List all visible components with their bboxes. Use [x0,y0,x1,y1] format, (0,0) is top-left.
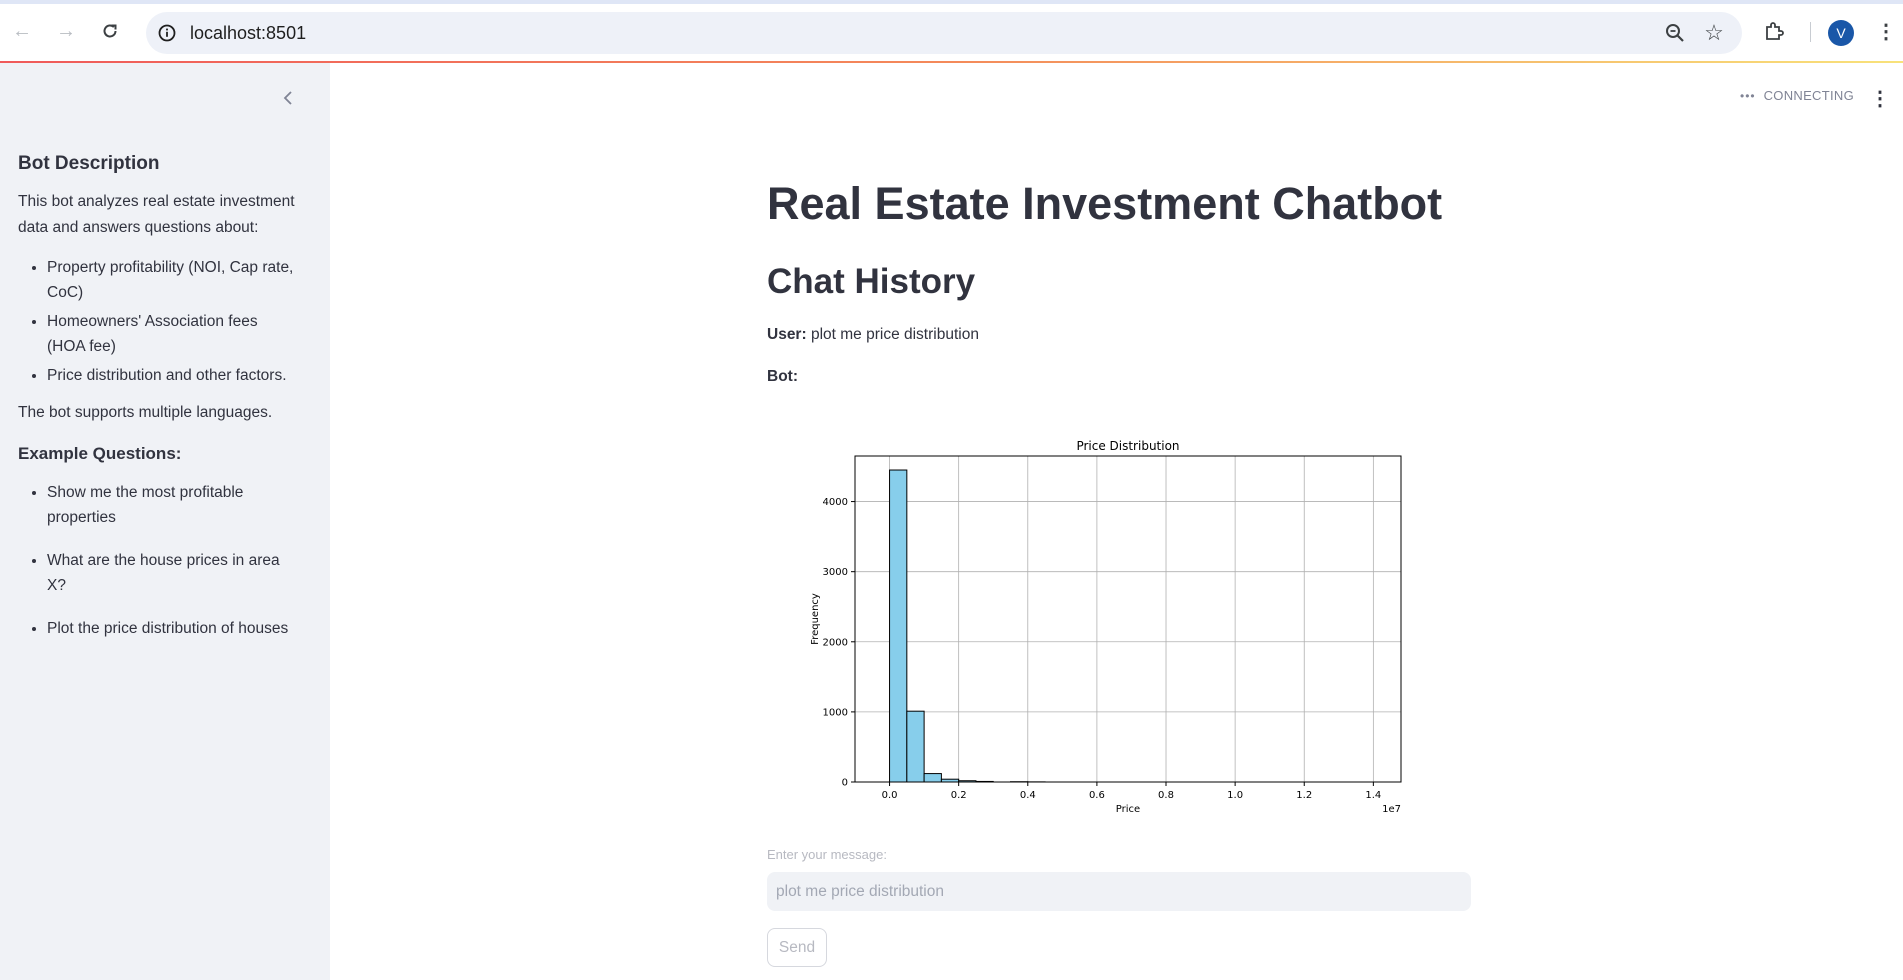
bot-message: Bot: [767,368,798,386]
x-offset-label: 1e7 [1382,804,1401,815]
x-tick-label: 0.4 [1020,790,1036,801]
sidebar-content: Bot Description This bot analyzes real e… [18,153,298,659]
address-bar[interactable]: localhost:8501 ☆ [146,12,1742,54]
chat-history-heading: Chat History [767,262,976,301]
status-text: CONNECTING [1763,88,1854,103]
plot-frame [854,455,1402,783]
y-tick-label: 3000 [823,567,848,578]
examples-heading: Example Questions: [18,444,182,463]
examples-list: Show me the most profitable properties W… [47,480,298,641]
list-item: What are the house prices in area X? [47,548,298,598]
topics-list: Property profitability (NOI, Cap rate, C… [47,255,298,388]
x-tick-label: 0.8 [1158,790,1174,801]
message-input[interactable] [767,872,1471,911]
sidebar-description: This bot analyzes real estate investment… [18,193,295,236]
sidebar: Bot Description This bot analyzes real e… [0,63,330,980]
y-tick-label: 0 [842,778,848,789]
x-tick-label: 0.0 [882,790,898,801]
x-tick-label: 0.2 [951,790,967,801]
x-tick-label: 1.4 [1365,790,1381,801]
languages-note: The bot supports multiple languages. [18,404,273,421]
extensions-icon[interactable] [1762,20,1786,44]
back-icon[interactable]: ← [8,17,36,45]
toolbar-divider [1810,22,1811,42]
tab-strip [0,0,1903,4]
forward-icon[interactable]: → [52,17,80,45]
x-tick-label: 0.6 [1089,790,1105,801]
price-distribution-chart: 0.0 0.2 0.4 0.6 0.8 1.0 1.2 1.4 0 1000 2000 3000 400… [810,439,1402,815]
list-item: Property profitability (NOI, Cap rate, C… [47,255,298,305]
sidebar-heading: Bot Description [18,153,160,174]
list-item: Price distribution and other factors. [47,363,298,388]
y-tick-label: 4000 [823,497,848,508]
histogram-bar [906,710,925,783]
chevron-left-icon[interactable] [277,87,299,109]
list-item: Show me the most profitable properties [47,480,298,530]
star-icon[interactable]: ☆ [1702,21,1726,45]
browser-toolbar: ← → localhost:8501 ☆ V ⋮ [0,0,1903,63]
y-tick-label: 1000 [823,707,848,718]
app-menu-icon[interactable]: ⋮ [1870,86,1890,110]
x-axis-label: Price [1116,804,1140,815]
x-tick-label: 1.2 [1296,790,1312,801]
kebab-menu-icon[interactable]: ⋮ [1876,20,1896,44]
message-input-label: Enter your message: [767,847,887,862]
url-text[interactable]: localhost:8501 [190,23,306,44]
list-item: Plot the price distribution of houses [47,616,298,641]
info-icon[interactable] [156,22,178,44]
y-tick-label: 2000 [823,637,848,648]
zoom-icon[interactable] [1664,22,1686,44]
user-message: User: plot me price distribution [767,326,979,344]
connection-status: ••• CONNECTING [1740,88,1854,103]
page-title: Real Estate Investment Chatbot [767,178,1443,229]
message-text: plot me price distribution [810,326,979,343]
running-dots-icon: ••• [1740,88,1756,103]
histogram-bar [889,469,908,783]
y-axis-label: Frequency [810,593,821,645]
profile-avatar[interactable]: V [1828,20,1854,46]
send-button[interactable]: Send [767,928,827,967]
histogram-bar [923,773,942,783]
message-role: User: [767,326,807,343]
x-tick-label: 1.0 [1227,790,1243,801]
reload-icon[interactable] [96,17,124,45]
list-item: Homeowners' Association fees (HOA fee) [47,309,298,359]
message-role: Bot: [767,368,798,385]
chart-title: Price Distribution [1076,439,1179,453]
